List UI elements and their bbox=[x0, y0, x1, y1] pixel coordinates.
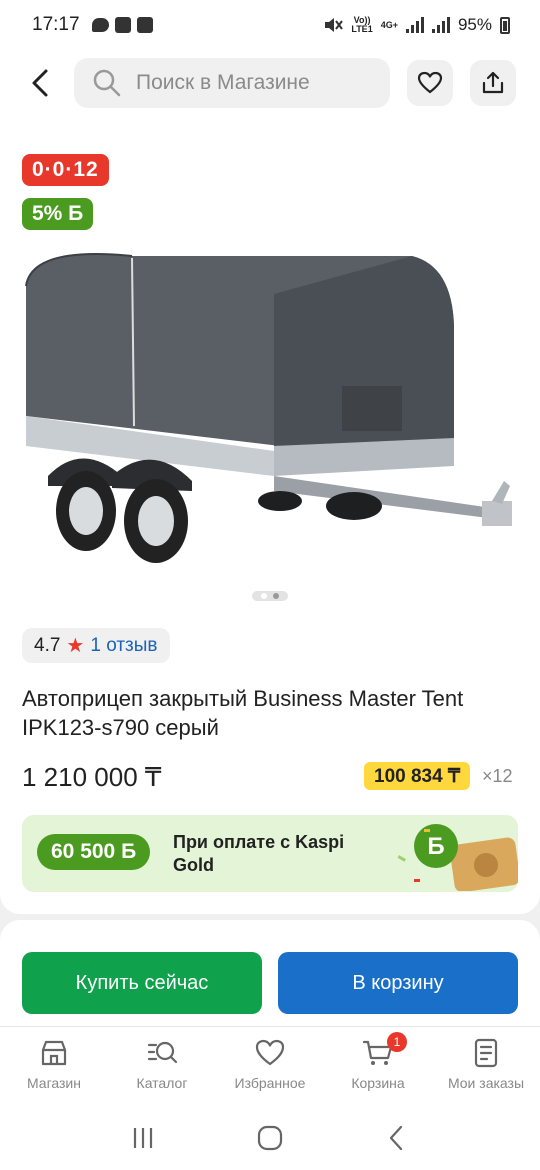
favorite-button[interactable] bbox=[407, 60, 453, 106]
product-price: 1 210 000 ₸ bbox=[22, 762, 162, 792]
nav-label-orders: Мои заказы bbox=[447, 1075, 525, 1091]
rating-value: 4.7 bbox=[34, 634, 61, 656]
carousel-dot bbox=[261, 593, 267, 599]
store-icon bbox=[41, 1040, 67, 1066]
promo-text: При оплате с Kaspi Gold bbox=[173, 832, 345, 875]
signal-2-icon bbox=[431, 17, 450, 33]
system-back-icon[interactable] bbox=[383, 1124, 411, 1152]
product-title: Автоприцеп закрытый Business Master Tent… bbox=[22, 686, 464, 740]
mute-icon bbox=[325, 18, 344, 32]
buy-now-button[interactable]: Купить сейчас bbox=[22, 952, 262, 1014]
kaspi-gold-card-icon: Б bbox=[397, 824, 518, 891]
back-arrow-icon bbox=[32, 69, 48, 97]
rating-pill[interactable]: 4.7 ★ 1 отзыв bbox=[22, 628, 170, 663]
search-input[interactable] bbox=[136, 71, 356, 95]
search-icon bbox=[93, 69, 121, 97]
nav-label-catalog: Каталог bbox=[136, 1075, 188, 1091]
nav-item-store[interactable]: Магазин bbox=[0, 1027, 108, 1106]
chat-notification-icon bbox=[91, 18, 109, 32]
network-type: 4G+ bbox=[380, 19, 398, 30]
notification-icons bbox=[91, 17, 153, 33]
image-carousel-dots[interactable] bbox=[252, 591, 288, 601]
volte-icon: Vo)) LTE1 bbox=[351, 15, 373, 34]
nav-item-cart[interactable]: 1 Корзина bbox=[324, 1027, 432, 1106]
system-nav-bar bbox=[0, 1106, 540, 1170]
bonus-badge: 5% Б bbox=[22, 198, 94, 230]
battery-icon bbox=[500, 16, 510, 34]
installment-months: ×12 bbox=[482, 766, 513, 786]
battery-percent: 95% bbox=[457, 15, 492, 34]
promo-bonus-amount: 60 500 Б bbox=[37, 834, 151, 870]
product-image[interactable] bbox=[12, 176, 528, 596]
nav-label-cart: Корзина bbox=[351, 1075, 405, 1091]
orders-icon bbox=[474, 1038, 498, 1068]
status-time: 17:17 bbox=[32, 14, 80, 35]
add-to-cart-button[interactable]: В корзину bbox=[278, 952, 518, 1014]
search-bar[interactable] bbox=[74, 58, 390, 108]
share-button[interactable] bbox=[470, 60, 516, 106]
share-icon bbox=[482, 71, 504, 94]
kaspi-gold-promo[interactable]: 60 500 Б При оплате с Kaspi Gold Б bbox=[22, 815, 518, 892]
home-icon[interactable] bbox=[256, 1124, 284, 1152]
status-right: Vo)) LTE1 4G+ 95% bbox=[323, 15, 510, 35]
status-bar: 17:17 Vo)) LTE1 4G+ 95% bbox=[0, 0, 540, 50]
nav-label-store: Магазин bbox=[26, 1075, 81, 1091]
catalog-search-icon bbox=[147, 1041, 178, 1064]
back-button[interactable] bbox=[22, 63, 58, 103]
nav-item-orders[interactable]: Мои заказы bbox=[432, 1027, 540, 1106]
check-notification-icon bbox=[114, 17, 131, 33]
svg-text:Б: Б bbox=[427, 833, 444, 860]
recent-apps-icon[interactable] bbox=[129, 1124, 157, 1152]
buy-bar: Купить сейчас В корзину bbox=[0, 920, 540, 1028]
bottom-nav: Магазин Каталог Избранное 1 Корзина Мои … bbox=[0, 1026, 540, 1106]
header bbox=[0, 50, 540, 116]
gallery-notification-icon bbox=[136, 17, 153, 33]
installment-badge: 0·0·12 bbox=[22, 154, 109, 186]
reviews-link[interactable]: 1 отзыв bbox=[90, 635, 157, 657]
nav-label-favorites: Избранное bbox=[234, 1075, 306, 1091]
monthly-payment-badge: 100 834 ₸ bbox=[364, 762, 471, 790]
heart-icon bbox=[255, 1039, 285, 1066]
nav-item-catalog[interactable]: Каталог bbox=[108, 1027, 216, 1106]
product-card: 0·0·12 5% Б 4.7 ★ 1 отзыв Автоприцеп зак… bbox=[0, 116, 540, 914]
nav-item-favorites[interactable]: Избранное bbox=[216, 1027, 324, 1106]
star-icon: ★ bbox=[66, 635, 85, 657]
carousel-dot-active bbox=[273, 593, 279, 599]
heart-icon bbox=[417, 71, 443, 94]
cart-count-badge: 1 bbox=[387, 1032, 407, 1052]
signal-1-icon bbox=[405, 17, 424, 33]
